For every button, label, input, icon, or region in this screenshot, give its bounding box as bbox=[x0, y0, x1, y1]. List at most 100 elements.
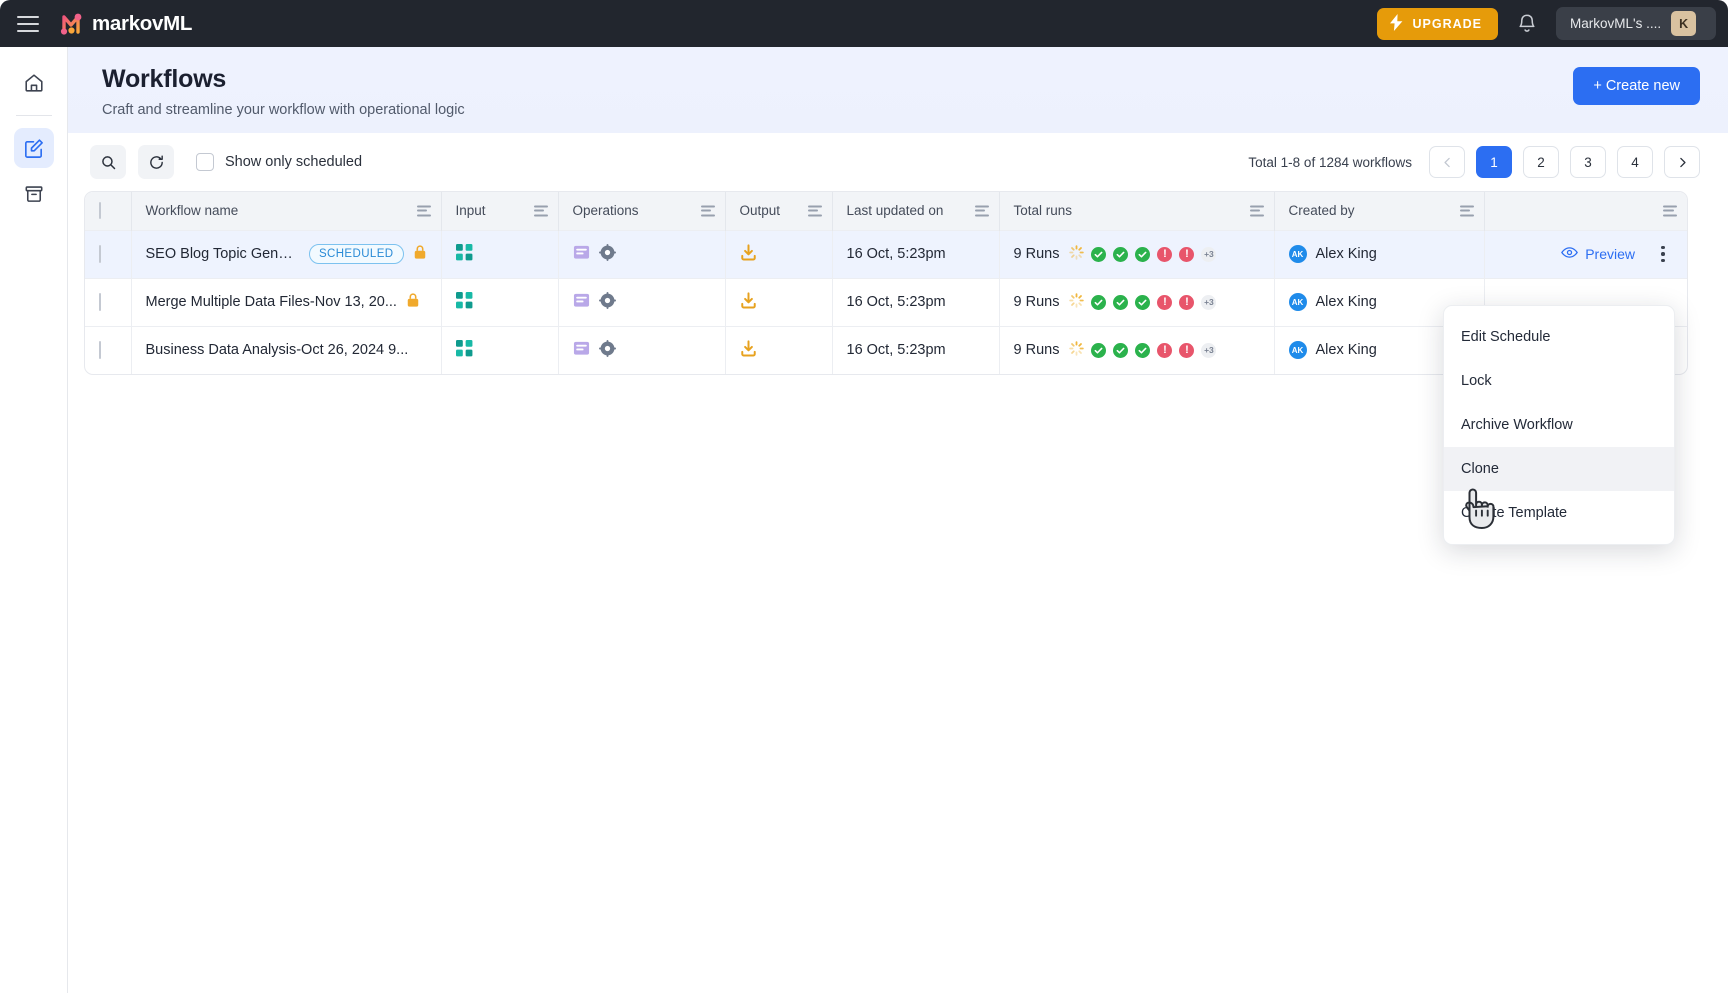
run-status-success-icon bbox=[1113, 294, 1129, 310]
pagination-next-button[interactable] bbox=[1664, 146, 1700, 178]
run-status-error-icon: ! bbox=[1179, 246, 1195, 262]
column-menu-icon[interactable] bbox=[533, 205, 548, 217]
menu-item-lock[interactable]: Lock bbox=[1444, 359, 1674, 403]
pagination-prev-button[interactable] bbox=[1429, 146, 1465, 178]
output-cell bbox=[725, 277, 833, 326]
sidebar-item-workflows[interactable] bbox=[13, 128, 54, 168]
run-status-success-icon bbox=[1091, 294, 1107, 310]
column-header-workflow-name: Workflow name bbox=[131, 192, 442, 230]
column-menu-icon[interactable] bbox=[974, 205, 989, 217]
input-cell bbox=[441, 277, 559, 326]
more-runs-badge[interactable]: +3 bbox=[1201, 246, 1217, 262]
pagination-page-4[interactable]: 4 bbox=[1617, 146, 1653, 178]
run-status-success-icon bbox=[1135, 294, 1151, 310]
pagination-page-1[interactable]: 1 bbox=[1476, 146, 1512, 178]
row-checkbox[interactable] bbox=[99, 245, 101, 263]
run-status-success-icon bbox=[1113, 246, 1129, 262]
total-runs-cell: 9 Runs ! ! +3 bbox=[999, 277, 1275, 326]
table-header-row: Workflow name Input Operations Output La… bbox=[85, 192, 1687, 230]
menu-item-archive-workflow[interactable]: Archive Workflow bbox=[1444, 403, 1674, 447]
grid-squares-icon[interactable] bbox=[455, 339, 473, 361]
run-status-success-icon bbox=[1091, 342, 1107, 358]
download-icon[interactable] bbox=[740, 243, 757, 265]
menu-item-edit-schedule[interactable]: Edit Schedule bbox=[1444, 315, 1674, 359]
row-checkbox[interactable] bbox=[99, 341, 101, 360]
column-menu-icon[interactable] bbox=[807, 205, 822, 217]
table-row[interactable]: SEO Blog Topic Genera... SCHEDULED 16 Oc… bbox=[85, 229, 1687, 278]
show-only-scheduled-checkbox[interactable] bbox=[196, 153, 214, 171]
download-icon[interactable] bbox=[740, 291, 757, 313]
refresh-button[interactable] bbox=[138, 145, 174, 179]
total-runs-cell: 9 Runs ! ! +3 bbox=[999, 229, 1275, 278]
select-all-checkbox[interactable] bbox=[99, 202, 101, 220]
archive-box-icon bbox=[25, 186, 42, 202]
sidebar-rail bbox=[0, 47, 68, 993]
row-more-options-button[interactable] bbox=[1653, 245, 1673, 263]
row-context-menu: Edit Schedule Lock Archive Workflow Clon… bbox=[1443, 305, 1675, 545]
brand[interactable]: markovML bbox=[59, 11, 192, 37]
menu-item-create-template[interactable]: Create Template bbox=[1444, 491, 1674, 535]
edit-square-icon bbox=[25, 138, 43, 158]
pagination-page-2[interactable]: 2 bbox=[1523, 146, 1559, 178]
sidebar-item-archive[interactable] bbox=[14, 174, 54, 214]
workflow-name: SEO Blog Topic Genera... bbox=[145, 246, 300, 262]
search-icon bbox=[101, 155, 115, 169]
more-runs-badge[interactable]: +3 bbox=[1201, 294, 1217, 310]
input-cell bbox=[441, 325, 559, 374]
column-menu-icon[interactable] bbox=[700, 205, 715, 217]
grid-squares-icon[interactable] bbox=[455, 291, 473, 313]
last-updated-cell: 16 Oct, 5:23pm bbox=[832, 325, 1000, 374]
user-menu[interactable]: MarkovML's .... K bbox=[1556, 7, 1716, 40]
search-button[interactable] bbox=[90, 145, 126, 179]
workflow-name: Business Data Analysis-Oct 26, 2024 9... bbox=[145, 342, 409, 359]
more-runs-badge[interactable]: +3 bbox=[1201, 342, 1217, 358]
avatar: K bbox=[1671, 11, 1697, 36]
sidebar-item-home[interactable] bbox=[14, 63, 54, 103]
download-icon[interactable] bbox=[740, 340, 757, 361]
column-menu-icon[interactable] bbox=[1459, 205, 1474, 217]
pagination-page-3[interactable]: 3 bbox=[1570, 146, 1606, 178]
running-spinner-icon bbox=[1069, 292, 1085, 312]
upgrade-button[interactable]: UPGRADE bbox=[1377, 7, 1498, 40]
running-spinner-icon bbox=[1069, 244, 1085, 264]
note-icon[interactable] bbox=[573, 340, 590, 361]
user-name: MarkovML's .... bbox=[1570, 16, 1662, 31]
column-header-actions bbox=[1484, 192, 1687, 230]
run-status-error-icon: ! bbox=[1157, 246, 1173, 262]
workflow-name-cell: SEO Blog Topic Genera... SCHEDULED bbox=[131, 229, 442, 278]
column-menu-icon[interactable] bbox=[1663, 205, 1677, 217]
creator-name: Alex King bbox=[1315, 246, 1377, 262]
sidebar-divider bbox=[15, 115, 52, 116]
total-count-label: Total 1-8 of 1284 workflows bbox=[1248, 154, 1412, 170]
note-icon[interactable] bbox=[573, 292, 590, 313]
run-status-error-icon: ! bbox=[1179, 294, 1195, 310]
column-menu-icon[interactable] bbox=[1249, 205, 1264, 217]
create-new-button[interactable]: + Create new bbox=[1573, 67, 1700, 105]
note-icon[interactable] bbox=[573, 244, 590, 265]
run-status-error-icon: ! bbox=[1157, 294, 1173, 310]
row-checkbox[interactable] bbox=[99, 293, 101, 311]
toolbar: Show only scheduled Total 1-8 of 1284 wo… bbox=[68, 133, 1728, 191]
operations-cell bbox=[558, 325, 726, 374]
hamburger-icon[interactable] bbox=[17, 15, 39, 32]
preview-button[interactable]: Preview bbox=[1561, 246, 1635, 262]
grid-squares-icon[interactable] bbox=[455, 243, 473, 265]
creator-name: Alex King bbox=[1315, 342, 1377, 359]
column-menu-icon[interactable] bbox=[416, 205, 431, 217]
select-all-header bbox=[85, 192, 132, 230]
gear-icon[interactable] bbox=[598, 243, 616, 265]
column-header-operations: Operations bbox=[558, 192, 726, 230]
avatar: AK bbox=[1288, 245, 1307, 263]
gear-icon[interactable] bbox=[598, 339, 616, 361]
bell-icon[interactable] bbox=[1512, 9, 1542, 39]
output-cell bbox=[725, 229, 833, 278]
run-status-error-icon: ! bbox=[1157, 342, 1173, 358]
menu-item-clone[interactable]: Clone bbox=[1444, 447, 1674, 491]
gear-icon[interactable] bbox=[598, 291, 616, 313]
last-updated-cell: 16 Oct, 5:23pm bbox=[832, 229, 1000, 278]
page-title: Workflows bbox=[102, 65, 227, 93]
column-header-last-updated: Last updated on bbox=[832, 192, 1000, 230]
column-header-output: Output bbox=[725, 192, 833, 230]
lock-icon bbox=[406, 292, 420, 312]
brand-name: markovML bbox=[92, 11, 193, 35]
